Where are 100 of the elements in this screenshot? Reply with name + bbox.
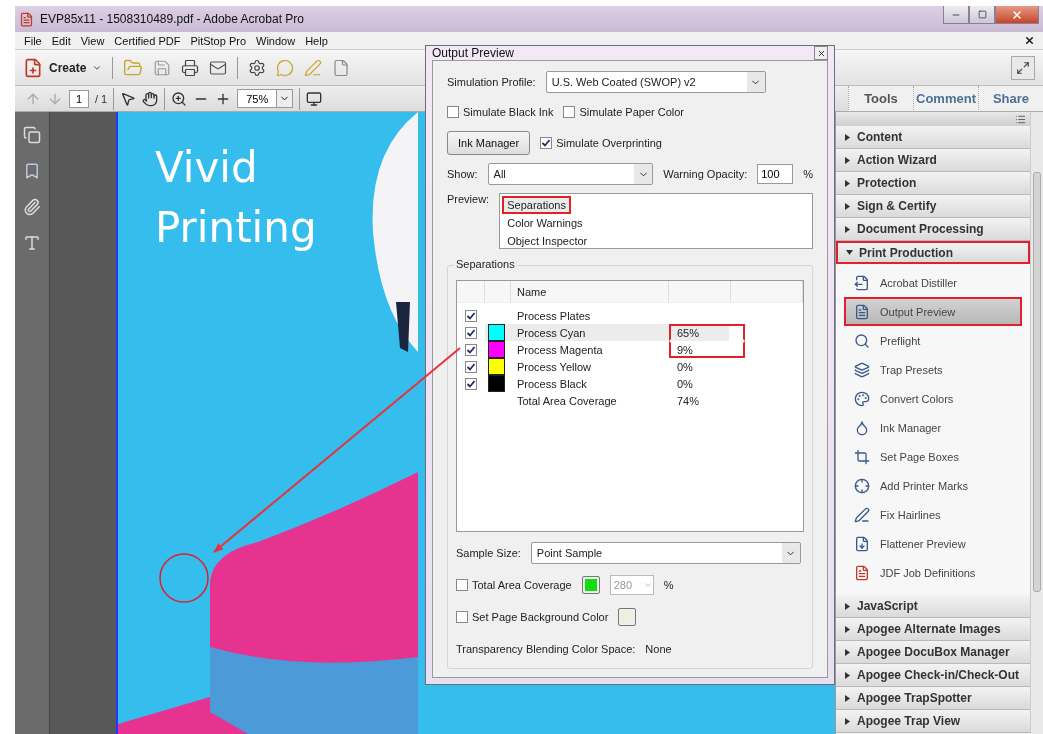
warning-opacity-field[interactable]: 100: [757, 164, 794, 184]
separation-row[interactable]: Process Yellow 0%: [457, 358, 803, 375]
checkbox[interactable]: [465, 343, 477, 356]
tool-section-header[interactable]: Apogee DocuBox Manager: [836, 641, 1030, 664]
paperclip-icon[interactable]: [23, 198, 41, 216]
table-cell-text: 0%: [676, 359, 694, 375]
create-button[interactable]: Create: [23, 57, 103, 78]
menu-item[interactable]: View: [75, 34, 110, 47]
tool-item[interactable]: Convert Colors: [844, 384, 1022, 413]
tool-section-header[interactable]: Action Wizard: [836, 149, 1030, 172]
tool-section-header[interactable]: Sign & Certify: [836, 195, 1030, 218]
checkbox[interactable]: [456, 611, 468, 623]
bookmark-icon[interactable]: [23, 162, 41, 180]
checkbox[interactable]: [447, 106, 459, 118]
table-cell-text: Process Cyan: [516, 326, 587, 339]
fit-page-icon[interactable]: [306, 90, 323, 107]
expand-button[interactable]: [1011, 55, 1035, 80]
ink-manager-button[interactable]: Ink Manager: [447, 131, 531, 155]
palette-icon: [854, 390, 870, 407]
comment-icon[interactable]: [276, 58, 295, 77]
tool-section-header[interactable]: Apogee Trap View: [836, 710, 1030, 733]
simulation-profile-dropdown[interactable]: U.S. Web Coated (SWOP) v2: [545, 71, 766, 93]
tool-section-header[interactable]: Apogee Check-in/Check-Out: [836, 664, 1030, 687]
separation-row[interactable]: Process Plates: [457, 307, 803, 324]
list-item[interactable]: Object Inspector: [502, 232, 810, 250]
checkbox[interactable]: [540, 137, 553, 149]
panel-options-icon[interactable]: [1015, 113, 1026, 125]
unit-label: %: [803, 168, 813, 180]
page-number-field[interactable]: 1: [69, 89, 89, 108]
panel-tab[interactable]: Share: [978, 85, 1043, 112]
panel-tab[interactable]: Comment: [913, 85, 978, 112]
tool-section-header[interactable]: Apogee TrapSpotter: [836, 687, 1030, 710]
zoom-dropdown-button[interactable]: [277, 89, 294, 108]
separation-row[interactable]: Process Magenta 9%: [457, 341, 803, 358]
tool-item[interactable]: Fix Hairlines: [844, 500, 1022, 529]
settings-icon[interactable]: [248, 58, 267, 77]
list-item[interactable]: Color Warnings: [502, 214, 810, 232]
tool-item[interactable]: Output Preview: [844, 297, 1022, 326]
menu-item[interactable]: PitStop Pro: [185, 34, 252, 47]
dialog-close-button[interactable]: [814, 46, 828, 60]
table-cell-text: Process Plates: [516, 309, 592, 322]
checkbox[interactable]: [465, 326, 477, 339]
tool-section-header[interactable]: Document Processing: [836, 218, 1030, 241]
tool-section-header[interactable]: Protection: [836, 172, 1030, 195]
pen-icon[interactable]: [304, 58, 323, 77]
show-dropdown[interactable]: All: [487, 163, 654, 185]
close-document-icon[interactable]: [1024, 35, 1035, 46]
checkbox-label: Total Area Coverage: [472, 579, 572, 591]
tool-item[interactable]: Ink Manager: [844, 413, 1022, 442]
separation-row[interactable]: Total Area Coverage 74%: [457, 392, 803, 409]
print-icon[interactable]: [181, 58, 200, 77]
minimize-button[interactable]: [943, 6, 969, 24]
tool-section-header[interactable]: Print Production: [836, 241, 1030, 264]
table-cell-text: 74%: [676, 393, 701, 409]
tool-item[interactable]: Add Printer Marks: [844, 471, 1022, 500]
menu-item[interactable]: File: [19, 34, 47, 47]
tool-section-header[interactable]: JavaScript: [836, 595, 1030, 618]
save-icon[interactable]: [153, 58, 172, 77]
open-folder-icon[interactable]: [123, 57, 144, 78]
panel-tab[interactable]: Tools: [848, 85, 913, 112]
tool-item[interactable]: Preflight: [844, 326, 1022, 355]
color-swatch-button[interactable]: [581, 576, 600, 594]
close-button[interactable]: [995, 6, 1039, 24]
mail-icon[interactable]: [209, 58, 228, 77]
checkbox[interactable]: [465, 377, 477, 390]
menu-item[interactable]: Certified PDF: [109, 34, 186, 47]
column-header: Name: [511, 281, 669, 302]
pages-icon[interactable]: [23, 126, 41, 144]
table-cell-text: Process Yellow: [516, 360, 592, 373]
tool-item[interactable]: Flattener Preview: [844, 529, 1022, 558]
tool-item[interactable]: Acrobat Distiller: [844, 268, 1022, 297]
document-icon: [854, 274, 870, 291]
tool-item[interactable]: JDF Job Definitions: [844, 558, 1022, 587]
close-icon: [1011, 8, 1023, 21]
tool-item[interactable]: Trap Presets: [844, 355, 1022, 384]
checkbox[interactable]: [563, 106, 576, 118]
collapsed-triangle-icon: [844, 625, 851, 633]
tool-section-header[interactable]: Apogee Alternate Images: [836, 618, 1030, 641]
select-icon[interactable]: [120, 90, 137, 107]
checkbox-label: Simulate Black Ink: [463, 106, 554, 118]
tool-section-header[interactable]: Content: [836, 126, 1030, 149]
tool-item[interactable]: Set Page Boxes: [844, 442, 1022, 471]
hand-icon[interactable]: [142, 90, 159, 107]
checkbox[interactable]: [465, 360, 477, 373]
menu-item[interactable]: Edit: [46, 34, 76, 47]
headline-text: Vivid: [155, 142, 258, 194]
scrollbar[interactable]: [1030, 112, 1043, 734]
list-item[interactable]: Separations: [502, 196, 571, 214]
collapsed-triangle-icon: [844, 133, 851, 141]
sample-size-dropdown[interactable]: Point Sample: [530, 542, 801, 564]
checkbox[interactable]: [465, 309, 477, 322]
expanded-triangle-icon: [846, 249, 853, 256]
zoom-field[interactable]: 75%: [237, 89, 278, 108]
separation-row[interactable]: Process Black 0%: [457, 375, 803, 392]
color-swatch-button[interactable]: [618, 608, 637, 626]
zoom-icon[interactable]: [171, 90, 188, 107]
menu-item[interactable]: Help: [300, 34, 333, 47]
menu-item[interactable]: Window: [251, 34, 301, 47]
maximize-button[interactable]: [969, 6, 995, 24]
document-icon[interactable]: [332, 58, 351, 77]
